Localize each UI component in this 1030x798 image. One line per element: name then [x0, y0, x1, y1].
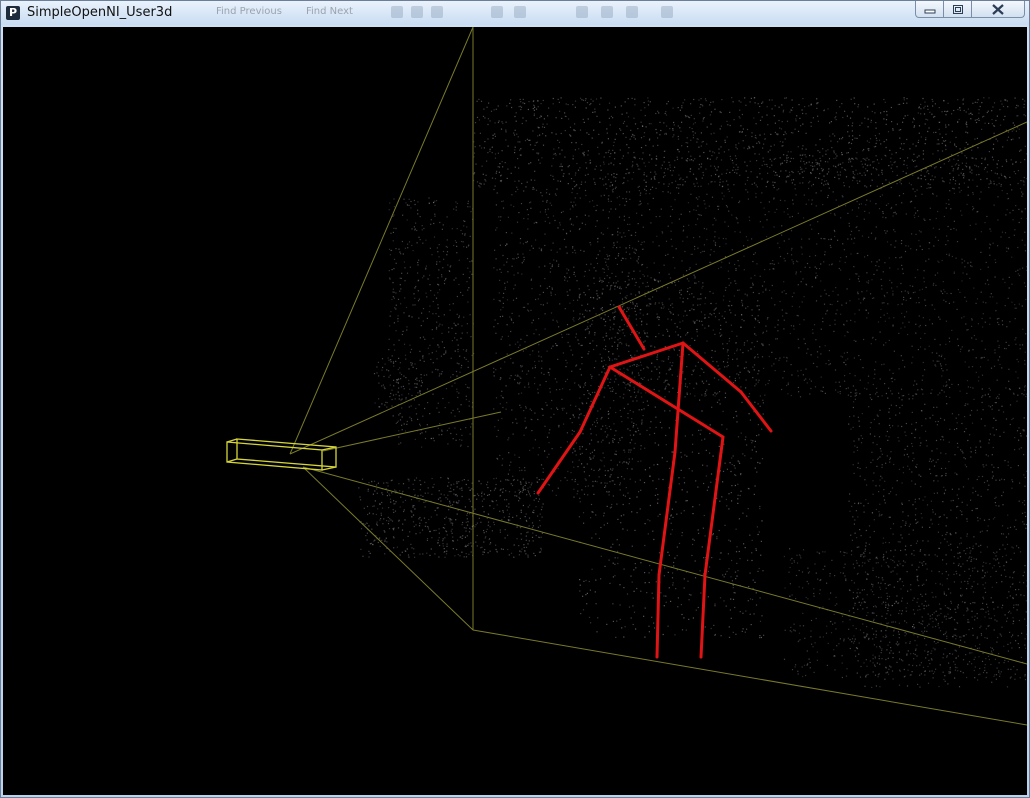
find-previous-label: Find Previous	[216, 6, 282, 17]
maximize-icon	[952, 4, 963, 14]
maximize-button[interactable]	[943, 1, 972, 18]
toolbar-icon	[661, 6, 673, 18]
toolbar-icon	[601, 6, 613, 18]
point-cloud-scene	[3, 27, 1027, 795]
toolbar-icon	[491, 6, 503, 18]
toolbar-icon	[626, 6, 638, 18]
close-button[interactable]	[971, 1, 1025, 18]
title-bar[interactable]: P SimpleOpenNI_User3d Find Previous Find…	[1, 1, 1029, 25]
minimize-button[interactable]	[915, 1, 944, 18]
app-window: P SimpleOpenNI_User3d Find Previous Find…	[0, 0, 1030, 798]
toolbar-icon	[431, 6, 443, 18]
minimize-icon	[924, 9, 935, 14]
toolbar-icon	[576, 6, 588, 18]
skeleton-left-shin	[655, 573, 661, 659]
scene-background	[3, 27, 1027, 795]
close-icon	[992, 3, 1004, 15]
toolbar-icon	[411, 6, 423, 18]
window-title: SimpleOpenNI_User3d	[27, 5, 173, 20]
find-next-label: Find Next	[306, 6, 353, 17]
render-viewport[interactable]	[3, 27, 1027, 795]
processing-app-icon: P	[6, 6, 20, 20]
background-toolbar-ghost: Find Previous Find Next	[216, 4, 696, 22]
toolbar-icon	[514, 6, 526, 18]
toolbar-icon	[391, 6, 403, 18]
